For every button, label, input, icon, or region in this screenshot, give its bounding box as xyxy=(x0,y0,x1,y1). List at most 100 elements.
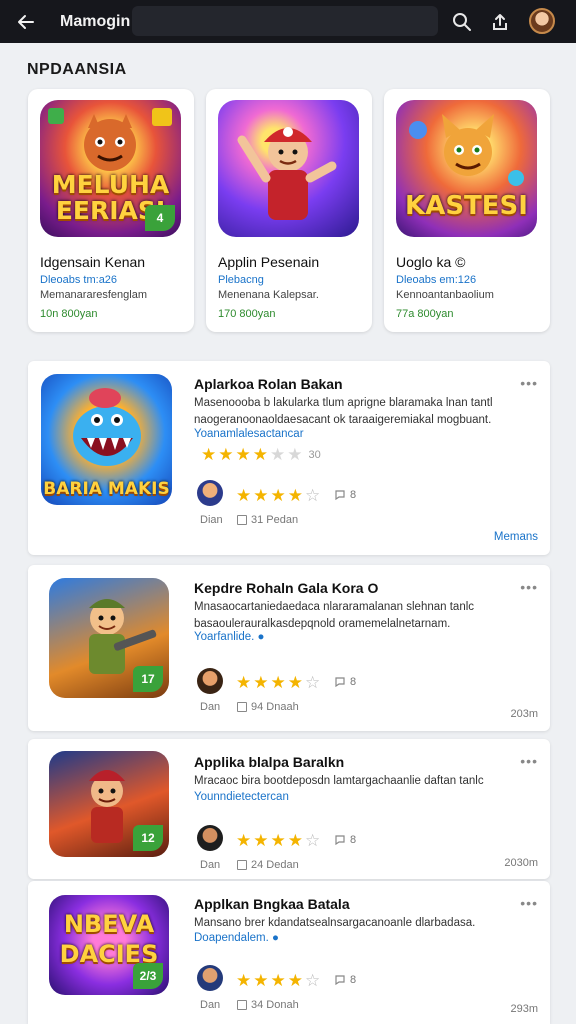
app-icon-title-art: BARIA MAKIS xyxy=(43,479,170,499)
list-item[interactable]: 12 Applika blalpa Baralkn ••• Mracaoc bi… xyxy=(28,739,550,879)
star-icon: ★ xyxy=(253,831,269,850)
meta-doc: 94 Dnaah xyxy=(237,701,299,713)
more-options-icon[interactable]: ••• xyxy=(520,895,538,911)
meta-doc-text: 94 Dnaah xyxy=(251,701,299,713)
developer-link[interactable]: Yoarfanlide. ● xyxy=(194,631,264,643)
profile-avatar[interactable] xyxy=(529,8,555,34)
app-title: Mamogin xyxy=(60,12,131,30)
back-button[interactable] xyxy=(0,0,52,43)
app-icon-title-art: KASTESI xyxy=(405,191,528,221)
comment-count-value: 8 xyxy=(350,974,357,986)
more-options-icon[interactable]: ••• xyxy=(520,753,538,769)
developer-link[interactable]: Doapendalem. ● xyxy=(194,932,279,944)
share-button[interactable] xyxy=(488,10,512,34)
comment-icon xyxy=(335,677,345,688)
star-icon: ★ xyxy=(287,831,303,850)
featured-card[interactable]: MELUHA EERIASI 4 Idgensain Kenan Dleoabs… xyxy=(28,89,194,332)
star-icon: ★ xyxy=(253,971,269,990)
star-icon: ★ xyxy=(218,445,234,464)
corner-label: 2030m xyxy=(504,857,538,869)
search-input[interactable] xyxy=(132,6,438,36)
more-options-icon[interactable]: ••• xyxy=(520,375,538,391)
star-icon: ★ xyxy=(270,486,286,505)
meta-doc: 31 Pedan xyxy=(237,514,298,526)
app-description: Mracaoc bira bootdeposdn lamtargachaanli… xyxy=(194,775,484,787)
star-icon: ★ xyxy=(252,445,268,464)
app-developer: Plebacng xyxy=(218,274,264,286)
star-icon: ★ xyxy=(287,971,303,990)
featured-card[interactable]: KASTESI Uoglo ka © Dleoabs em:126 Kennoa… xyxy=(384,89,550,332)
list-item[interactable]: NBEVA DACIES 2/3 Applkan Bngkaa Batala •… xyxy=(28,881,550,1024)
reviewer-avatar[interactable] xyxy=(197,825,223,851)
meta-doc-text: 34 Donah xyxy=(251,999,299,1011)
star-icon: ★ xyxy=(287,486,303,505)
app-icon-image xyxy=(218,100,359,237)
app-price: 170 800yan xyxy=(218,308,276,320)
app-description: Mansano brer kdandatsealnsargacanoanle d… xyxy=(194,917,476,929)
app-description: Mnasaocartaniedaedaca nlararamalanan sle… xyxy=(194,601,475,630)
review-stars: ★ ★ ★ ★ ☆ xyxy=(236,674,320,691)
star-icon: ★ xyxy=(236,971,252,990)
star-icon: ★ xyxy=(201,445,217,464)
app-icon-image: 17 xyxy=(49,578,169,698)
document-icon xyxy=(237,702,247,712)
section-title: NPDAANSIA xyxy=(27,61,127,78)
star-icon: ★ xyxy=(287,673,303,692)
star-icon: ★ xyxy=(236,673,252,692)
more-options-icon[interactable]: ••• xyxy=(520,579,538,595)
star-icon: ★ xyxy=(253,486,269,505)
list-item[interactable]: 17 Kepdre Rohaln Gala Kora O ••• Mnasaoc… xyxy=(28,565,550,731)
review-stars: ★ ★ ★ ★ ☆ xyxy=(236,832,320,849)
app-icon-image: BARIA MAKIS xyxy=(41,374,172,505)
app-price: 10n 800yan xyxy=(40,308,98,320)
comment-count-value: 8 xyxy=(350,834,357,846)
app-description: Kennoantanbaolium xyxy=(396,289,494,301)
meta-label: Dan xyxy=(200,701,221,713)
corner-label: 203m xyxy=(510,708,538,720)
comment-count[interactable]: 8 xyxy=(334,974,356,986)
reviewer-avatar[interactable] xyxy=(197,668,223,694)
reviewer-avatar[interactable] xyxy=(197,965,223,991)
app-icon-image: 12 xyxy=(49,751,169,857)
share-icon xyxy=(493,14,507,30)
app-name: Idgensain Kenan xyxy=(40,254,146,270)
meta-doc-text: 24 Dedan xyxy=(251,859,299,871)
reviewer-avatar[interactable] xyxy=(197,480,223,506)
app-description: Menenana Kalepsar. xyxy=(218,289,319,301)
age-badge: 2/3 xyxy=(133,963,163,989)
developer-link[interactable]: Yoanamlalesactancar xyxy=(194,428,304,440)
comment-count[interactable]: 8 xyxy=(334,489,356,501)
corner-label: 293m xyxy=(510,1003,538,1015)
app-name: Applkan Bngkaa Batala xyxy=(194,896,350,912)
app-price: 77a 800yan xyxy=(396,308,454,320)
app-developer: Dleoabs tm:a26 xyxy=(40,274,118,286)
star-icon: ★ xyxy=(235,445,251,464)
search-button[interactable] xyxy=(450,10,474,34)
featured-card[interactable]: Applin Pesenain Plebacng Menenana Kaleps… xyxy=(206,89,372,332)
review-stars: ★ ★ ★ ★ ☆ xyxy=(236,972,320,989)
star-icon: ★ xyxy=(270,831,286,850)
star-icon: ★ xyxy=(270,445,286,464)
comment-count[interactable]: 8 xyxy=(334,676,356,688)
list-item[interactable]: BARIA MAKIS Aplarkoa Rolan Bakan ••• Mas… xyxy=(28,361,550,555)
age-badge: 12 xyxy=(133,825,163,851)
age-badge: 17 xyxy=(133,666,163,692)
app-name: Uoglo ka © xyxy=(396,254,466,270)
meta-label: Dan xyxy=(200,859,221,871)
developer-link[interactable]: Younndietectercan xyxy=(194,791,289,803)
star-outline-icon: ☆ xyxy=(305,831,321,850)
comment-icon xyxy=(335,490,345,501)
meta-label: Dian xyxy=(200,514,223,526)
app-icon-image: NBEVA DACIES 2/3 xyxy=(49,895,169,995)
rating-stars: ★ ★ ★ ★ ★ ★ 30 xyxy=(201,446,321,463)
star-icon: ★ xyxy=(236,831,252,850)
comment-icon xyxy=(335,835,345,846)
comment-count[interactable]: 8 xyxy=(334,834,356,846)
top-app-bar: Mamogin xyxy=(0,0,576,43)
meta-doc-text: 31 Pedan xyxy=(251,514,299,526)
meta-label: Dan xyxy=(200,999,221,1011)
corner-link[interactable]: Memans xyxy=(494,531,538,543)
star-outline-icon: ☆ xyxy=(305,971,321,990)
star-outline-icon: ☆ xyxy=(305,673,321,692)
comment-count-value: 8 xyxy=(350,676,357,688)
